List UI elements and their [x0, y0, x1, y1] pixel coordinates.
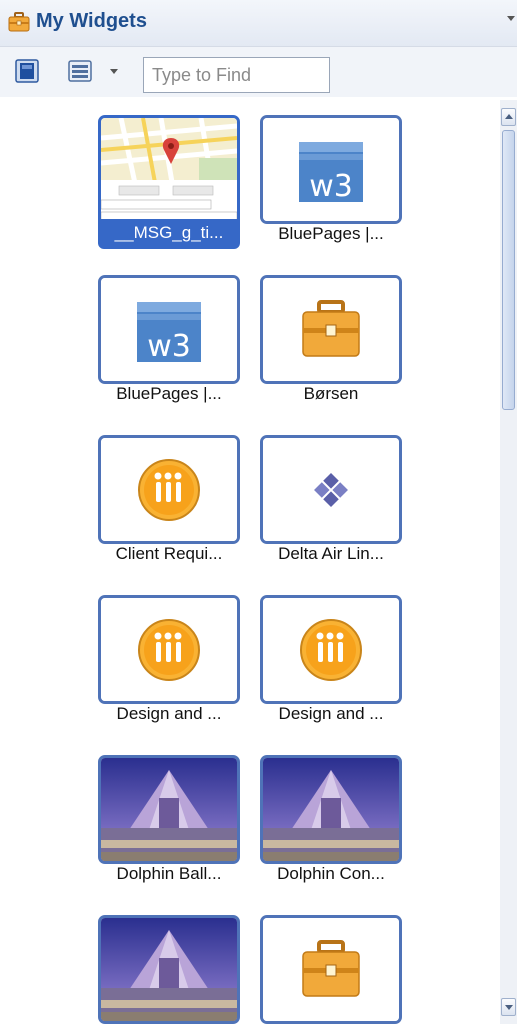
scroll-down-arrow-icon[interactable] — [501, 998, 516, 1016]
widget-label: Design and ... — [116, 704, 222, 723]
widget-tile-bluepages[interactable]: w3 BluePages |... — [258, 100, 404, 250]
widget-tile-toolbox[interactable] — [258, 900, 404, 1024]
single-view-icon[interactable] — [15, 59, 39, 83]
lotus-notes-icon — [98, 435, 240, 544]
widget-label: Client Requi... — [115, 544, 223, 563]
widget-label: BluePages |... — [116, 384, 222, 403]
widget-label: __MSG_g_ti... — [98, 219, 240, 249]
widget-label: Design and ... — [278, 704, 384, 723]
widget-tile-borsen[interactable]: Børsen — [258, 260, 404, 410]
panel-menu-arrow-icon[interactable] — [507, 16, 515, 21]
widget-label: Dolphin Ball... — [116, 864, 222, 883]
toolbox-icon — [8, 12, 30, 32]
view-dropdown-arrow-icon[interactable] — [110, 69, 118, 74]
widget-tile-client-requirements[interactable]: Client Requi... — [96, 420, 242, 570]
my-widgets-panel: My Widgets Type to Find __MSG_g_ti... w3… — [0, 0, 517, 1024]
widget-tile-dolphin-ballroom[interactable]: Dolphin Ball... — [96, 740, 242, 890]
search-input[interactable] — [143, 57, 330, 93]
map-thumbnail-icon — [98, 115, 240, 224]
widget-tile-bluepages[interactable]: w3 BluePages |... — [96, 260, 242, 410]
panel-header: My Widgets — [0, 0, 517, 47]
list-view-icon[interactable] — [68, 59, 92, 83]
widget-tile-google-maps[interactable]: __MSG_g_ti... — [96, 100, 242, 250]
toolbox-icon — [260, 275, 402, 384]
widget-grid: __MSG_g_ti... w3 BluePages |... w3 BlueP… — [0, 100, 500, 1024]
panel-title: My Widgets — [36, 10, 147, 32]
svg-text:w3: w3 — [309, 169, 353, 204]
lotus-notes-icon — [260, 595, 402, 704]
scroll-up-arrow-icon[interactable] — [501, 108, 516, 126]
scroll-thumb[interactable] — [502, 130, 515, 410]
delta-diamond-icon — [260, 435, 402, 544]
widget-tile-design-and[interactable]: Design and ... — [96, 580, 242, 730]
widget-tile-design-and[interactable]: Design and ... — [258, 580, 404, 730]
w3-icon: w3 — [98, 275, 240, 384]
widget-tile-delta-air-lines[interactable]: Delta Air Lin... — [258, 420, 404, 570]
widget-label: BluePages |... — [278, 224, 384, 243]
widget-tile-dolphin-conference[interactable]: Dolphin Con... — [258, 740, 404, 890]
vertical-scrollbar[interactable] — [500, 100, 517, 1024]
lotus-notes-icon — [98, 595, 240, 704]
widget-label: Børsen — [303, 384, 359, 403]
dolphin-hotel-photo-icon — [98, 755, 240, 864]
widget-label: Dolphin Con... — [277, 864, 385, 883]
dolphin-hotel-photo-icon — [98, 915, 240, 1024]
widget-label: Delta Air Lin... — [278, 544, 384, 563]
svg-text:w3: w3 — [147, 329, 191, 364]
widget-tile-dolphin[interactable] — [96, 900, 242, 1024]
w3-icon: w3 — [260, 115, 402, 224]
toolbox-icon — [260, 915, 402, 1024]
dolphin-hotel-photo-icon — [260, 755, 402, 864]
